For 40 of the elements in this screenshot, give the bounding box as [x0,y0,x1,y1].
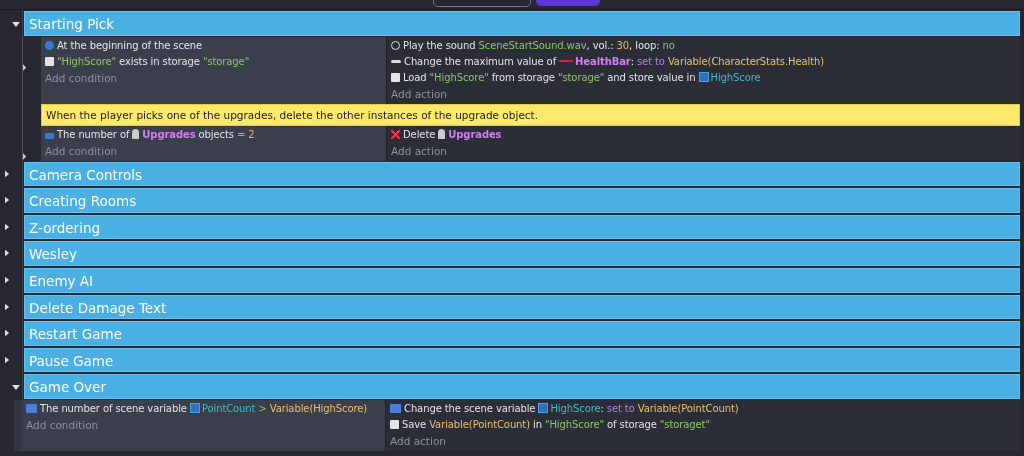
expand-arrow-icon[interactable] [5,302,10,311]
expand-arrow-icon[interactable] [5,222,10,231]
condition-line[interactable]: "HighScore" exists in storage "storage" [45,53,382,70]
expand-arrow-icon[interactable] [5,169,10,178]
group-header[interactable]: Creating Rooms [24,188,1020,213]
condition-line[interactable]: The number of Upgrades objects = 2 [45,126,382,143]
collapse-arrow-icon[interactable] [12,385,20,392]
add-condition-link[interactable]: Add condition [26,416,381,433]
group-header[interactable]: Z-ordering [24,214,1020,240]
collapse-arrow-icon[interactable] [12,22,20,28]
group-header[interactable]: Enemy AI [24,267,1020,293]
condition-line[interactable]: At the beginning of the scene [45,37,382,54]
add-condition-link[interactable]: Add condition [45,69,382,86]
expand-arrow-icon[interactable] [5,249,10,258]
event-arrow-icon[interactable] [23,152,27,160]
group-header[interactable]: Pause Game [24,347,1020,373]
action-line[interactable]: Change the maximum value of HealthBar: set to Variable(CharacterStats.Health) [391,53,1016,70]
add-condition-link[interactable]: Add condition [45,142,382,159]
action-line[interactable]: Change the scene variable HighScore: set to Variable(PointCount) [390,400,1016,417]
group-header[interactable]: Delete Damage Text [24,294,1020,320]
condition-line[interactable]: The number of scene variable PointCount > Variable(HighScore) [26,400,381,417]
group-header[interactable]: Restart Game [24,321,1020,346]
event-arrow-icon[interactable] [23,63,27,71]
action-line[interactable]: Play the sound SceneStartSound.wav, vol.: 30, loop: no [391,37,1016,54]
expand-arrow-icon[interactable] [5,196,10,205]
expand-arrow-icon[interactable] [5,275,10,284]
add-action-link[interactable]: Add action [391,85,1016,102]
group-header[interactable]: Starting Pick [24,11,1020,36]
expand-arrow-icon[interactable] [5,355,10,364]
event-handle[interactable] [14,399,22,451]
action-line[interactable]: Save Variable(PointCount) in "HighScore" of storage "storaget" [390,416,1016,433]
group-header[interactable]: Camera Controls [24,161,1020,187]
group-header[interactable]: Wesley [24,241,1020,266]
add-action-link[interactable]: Add action [390,432,1016,449]
action-line[interactable]: Delete Upgrades [391,126,1016,143]
add-action-link[interactable]: Add action [391,142,1016,159]
comment-text: When the player picks one of the upgrades, delete the other instances of the upgrade object. [41,103,1020,126]
expand-arrow-icon[interactable] [5,329,10,338]
action-line[interactable]: Load "HighScore" from storage "storage" and store value in HighScore [391,69,1016,86]
group-header[interactable]: Game Over [24,374,1020,399]
